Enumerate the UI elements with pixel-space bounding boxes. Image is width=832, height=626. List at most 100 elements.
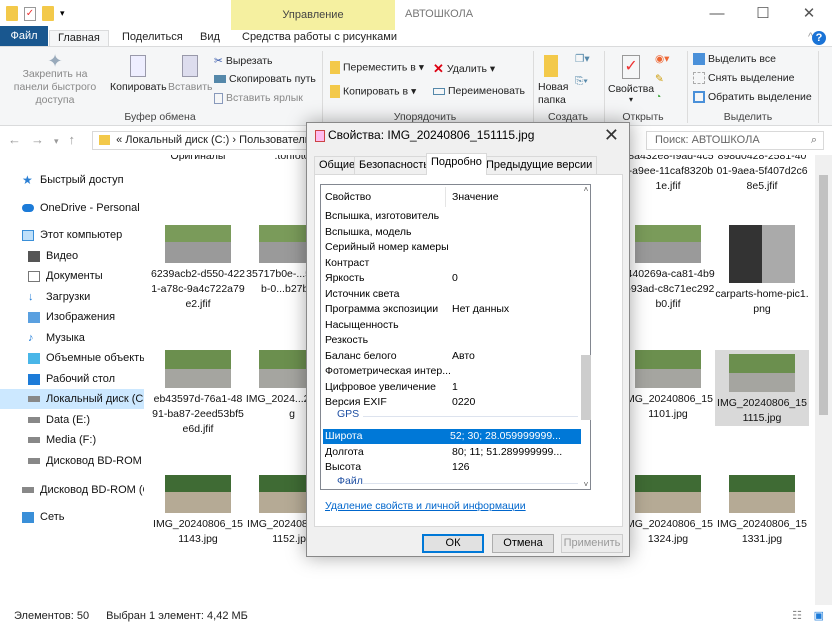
tab-security[interactable]: Безопасность (354, 156, 435, 174)
paste-shortcut-button[interactable]: Вставить ярлык (214, 92, 303, 104)
file-item[interactable]: IMG_20240806_151115.jpg (715, 350, 809, 426)
file-item[interactable]: IMG_20240806_151324.jpg (621, 475, 715, 547)
customize-qat-icon[interactable]: ▾ (60, 8, 65, 19)
sidebar-item-3d-objects[interactable]: Объемные объекты (0, 348, 144, 368)
file-item[interactable]: IMG_20240806_151331.jpg (715, 475, 809, 547)
tab-view[interactable]: Вид (192, 30, 228, 47)
property-row[interactable]: Цифровое увеличение 1 (325, 380, 583, 395)
sidebar-item-bd-rom-g-root[interactable]: Дисковод BD-ROM (G:) (0, 480, 144, 500)
properties-check-icon[interactable]: ✓ (24, 6, 36, 21)
properties-button[interactable]: ✓ Свойства ▾ (608, 55, 654, 104)
property-row[interactable]: Высота 126 (325, 460, 583, 475)
copy-to-button[interactable]: Копировать в ▾ (330, 85, 416, 98)
scrollbar-thumb[interactable] (819, 175, 828, 415)
pin-quick-access-button[interactable]: ✦ Закрепить на панели быстрого доступа (6, 52, 104, 107)
paste-button[interactable]: Вставить (168, 55, 213, 93)
sidebar-item-pictures[interactable]: Изображения (0, 307, 144, 327)
sidebar-item-downloads[interactable]: ↓ Загрузки (0, 287, 144, 307)
property-row[interactable]: Баланс белого Авто (325, 349, 583, 364)
property-row-selected[interactable]: Широта 52; 30; 28.059999999... (323, 429, 581, 444)
help-icon[interactable]: ? (812, 31, 826, 45)
sidebar-item-this-pc[interactable]: Этот компьютер (0, 225, 144, 245)
move-to-button[interactable]: Переместить в ▾ (330, 61, 424, 74)
copy-path-button[interactable]: Скопировать путь (214, 73, 316, 85)
address-bar[interactable]: « Локальный диск (C:) › Пользователи (92, 131, 312, 150)
property-row[interactable]: Вспышка, модель (325, 225, 583, 240)
copy-button[interactable]: Копировать (110, 55, 167, 93)
column-header-value[interactable]: Значение (452, 190, 499, 205)
sidebar-item-bd-rom-g[interactable]: Дисковод BD-ROM (G:) (0, 451, 144, 471)
tab-share[interactable]: Поделиться (114, 30, 191, 47)
property-row[interactable]: Резкость (325, 333, 583, 348)
sidebar-item-data-e[interactable]: Data (E:) (0, 410, 144, 430)
property-row[interactable]: Долгота 80; 11; 51.289999999... (325, 445, 583, 460)
property-list[interactable]: Свойство Значение Вспышка, изготовитель Вс… (320, 184, 591, 490)
property-row[interactable]: Насыщенность (325, 318, 583, 333)
easy-access-icon[interactable]: ⎘▾ (575, 75, 588, 88)
scroll-up-icon[interactable]: ˄ (581, 185, 591, 194)
search-input[interactable]: Поиск: АВТОШКОЛА ⌕ (646, 131, 824, 150)
breadcrumb-users[interactable]: Пользователи (239, 134, 311, 146)
sidebar-item-media-f[interactable]: Media (F:) (0, 430, 144, 450)
large-icons-view-icon[interactable]: ▣ (814, 606, 824, 626)
new-item-icon[interactable]: ❐▾ (575, 53, 590, 65)
rename-button[interactable]: Переименовать (433, 85, 525, 97)
tab-home[interactable]: Главная (49, 30, 109, 47)
folder-item[interactable]: Оригиналы (151, 155, 245, 164)
select-all-button[interactable]: Выделить все (693, 53, 776, 66)
scrollbar-thumb[interactable] (581, 355, 591, 420)
scroll-down-icon[interactable]: ˅ (581, 480, 591, 489)
property-list-scrollbar[interactable]: ˄ ˅ (581, 185, 591, 489)
property-row[interactable]: Серийный номер камеры (325, 240, 583, 255)
property-row[interactable]: Фотометрическая интер... (325, 364, 583, 379)
tab-previous-versions[interactable]: Предыдущие версии (481, 156, 598, 174)
sidebar-item-desktop[interactable]: Рабочий стол (0, 369, 144, 389)
history-icon[interactable]: ◔ (655, 91, 661, 103)
file-item[interactable]: IMG_20240806_151101.jpg (621, 350, 715, 422)
remove-properties-link[interactable]: Удаление свойств и личной информации (325, 500, 526, 512)
dialog-close-button[interactable]: ✕ (604, 125, 619, 146)
sidebar-item-onedrive[interactable]: OneDrive - Personal (0, 198, 144, 218)
open-with-icon[interactable]: ◉▾ (655, 53, 669, 65)
breadcrumb-drive[interactable]: Локальный диск (C:) (125, 134, 229, 146)
back-icon[interactable]: ← (8, 132, 31, 147)
file-item[interactable]: eb43597d-76a1-4891-ba87-2eed53bf5e6d.jfi… (151, 350, 245, 437)
maximize-button[interactable]: ☐ (740, 0, 786, 30)
sidebar-item-music[interactable]: ♪ Музыка (0, 328, 144, 348)
file-item[interactable]: c440269a-ca81-4b99-93ad-c8c71ec292b0.jfi… (621, 225, 715, 312)
edit-icon[interactable]: ✎ (655, 73, 664, 85)
property-row[interactable]: Вспышка, изготовитель (325, 209, 583, 224)
navigation-buttons[interactable]: ←→▾↑ (8, 132, 85, 147)
minimize-button[interactable]: — (694, 0, 740, 30)
file-list-scrollbar[interactable] (815, 155, 832, 605)
invert-selection-button[interactable]: Обратить выделение (693, 91, 812, 104)
tab-details[interactable]: Подробно (426, 153, 487, 175)
cancel-button[interactable]: Отмена (492, 534, 554, 553)
apply-button[interactable]: Применить (561, 534, 623, 553)
up-icon[interactable]: ↑ (69, 132, 86, 147)
property-row[interactable]: Версия EXIF 0220 (325, 395, 583, 410)
file-item[interactable]: 898d0428-2581-4001-9aea-5f407d2c68e5.jfi… (715, 155, 809, 194)
ok-button[interactable]: ОК (422, 534, 484, 553)
tab-picture-tools[interactable]: Средства работы с рисунками (234, 30, 405, 47)
property-row[interactable]: Яркость 0 (325, 271, 583, 286)
file-item[interactable]: IMG_20240806_151143.jpg (151, 475, 245, 547)
new-folder-icon[interactable] (42, 6, 54, 21)
cut-button[interactable]: ✂ Вырезать (214, 55, 273, 67)
file-item[interactable]: 6239acb2-d550-4221-a78c-9a4c722a79e2.jfi… (151, 225, 245, 312)
sidebar-item-local-disk-c[interactable]: Локальный диск (C:) (0, 389, 144, 409)
delete-button[interactable]: ✕ Удалить ▾ (433, 61, 495, 77)
file-item[interactable]: carparts-home-pic1.png (715, 225, 809, 317)
new-folder-button[interactable]: Новая папка (538, 55, 574, 107)
file-item[interactable]: 88a432e8-f9ad-4c50-a9ee-11caf8320b1e.jfi… (621, 155, 715, 194)
property-row[interactable]: Источник света (325, 287, 583, 302)
property-row[interactable]: Программа экспозиции Нет данных (325, 302, 583, 317)
tab-file[interactable]: Файл (0, 26, 48, 47)
sidebar-item-network[interactable]: Сеть (0, 507, 144, 527)
sidebar-item-documents[interactable]: Документы (0, 266, 144, 286)
sidebar-item-quick-access[interactable]: ★ Быстрый доступ (0, 170, 144, 190)
column-header-property[interactable]: Свойство (325, 191, 371, 203)
select-none-button[interactable]: Снять выделение (693, 72, 794, 85)
forward-icon[interactable]: → (31, 132, 54, 147)
details-view-icon[interactable]: ☷ (792, 606, 802, 626)
